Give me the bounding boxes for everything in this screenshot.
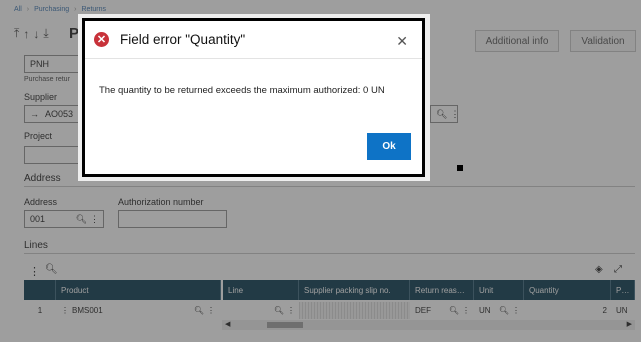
dialog-header: ✕ Field error "Quantity" ✕ bbox=[85, 21, 422, 59]
dialog-title: Field error "Quantity" bbox=[120, 32, 246, 47]
dialog-message: The quantity to be returned exceeds the … bbox=[99, 85, 385, 96]
cursor-marker bbox=[457, 165, 463, 171]
error-icon: ✕ bbox=[94, 32, 109, 47]
field-error-dialog: ✕ Field error "Quantity" ✕ The quantity … bbox=[82, 18, 425, 177]
close-icon[interactable]: ✕ bbox=[396, 33, 408, 50]
ok-button[interactable]: Ok bbox=[367, 133, 411, 160]
